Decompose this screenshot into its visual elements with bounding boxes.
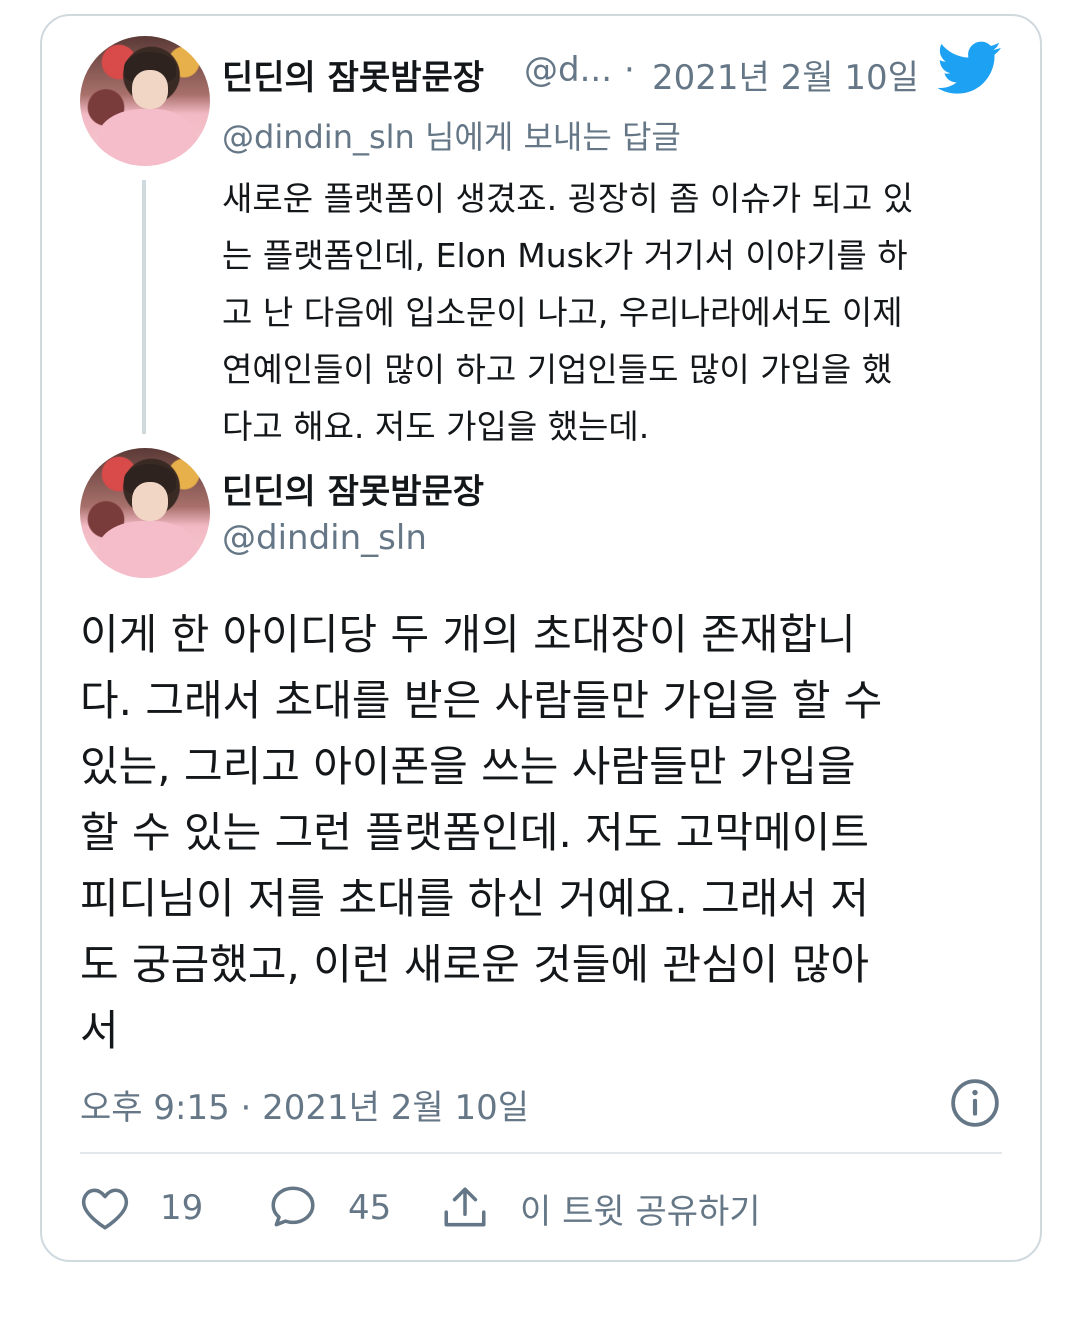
twitter-bird-icon — [938, 41, 1001, 94]
reply-count: 45 — [348, 1188, 392, 1228]
like-count: 19 — [160, 1188, 204, 1228]
main-text-line: 피디님이 저를 초대를 하신 거예요. 그래서 저 — [80, 874, 869, 923]
reply-to-handle[interactable]: @dindin_sln — [222, 118, 415, 156]
main-text-line: 이게 한 아이디당 두 개의 초대장이 존재합니 — [80, 610, 856, 659]
reply-handle[interactable]: @d... — [524, 50, 612, 90]
reply-to-suffix: 님에게 보내는 답글 — [414, 118, 681, 156]
main-text-line: 다. 그래서 초대를 받은 사람들만 가입을 할 수 — [80, 676, 883, 725]
main-text-line: 있는, 그리고 아이폰을 쓰는 사람들만 가입을 — [80, 742, 856, 791]
reply-text-line: 고 난 다음에 입소문이 나고, 우리나라에서도 이제 — [222, 293, 903, 332]
reply-date[interactable]: 2021년 2월 10일 — [652, 50, 919, 99]
reply-display-name[interactable]: 딘딘의 잠못밤문장 — [222, 50, 484, 99]
reply-text-line: 다고 해요. 저도 가입을 했는데. — [222, 407, 650, 446]
reply-button[interactable]: 45 — [268, 1180, 391, 1236]
comment-icon — [271, 1186, 315, 1227]
main-tweet-text: 이게 한 아이디당 두 개의 초대장이 존재합니 다. 그래서 초대를 받은 사… — [80, 602, 1000, 1064]
heart-icon — [81, 1188, 129, 1230]
share-button[interactable]: 이 트윗 공유하기 — [440, 1180, 761, 1236]
main-text-line: 도 궁금했고, 이런 새로운 것들에 관심이 많아 — [80, 940, 869, 989]
reply-text-line: 는 플랫폼인데, Elon Musk가 거기서 이야기를 하 — [222, 236, 908, 275]
avatar[interactable] — [80, 36, 210, 166]
info-icon[interactable] — [950, 1078, 1000, 1128]
reply-to-line: @dindin_sln 님에게 보내는 답글 — [222, 112, 681, 158]
share-icon — [444, 1187, 486, 1227]
tweet-timestamp[interactable]: 오후 9:15 · 2021년 2월 10일 — [80, 1080, 529, 1129]
divider — [80, 1152, 1002, 1154]
thread-connector-line — [142, 180, 146, 434]
share-label: 이 트윗 공유하기 — [520, 1191, 761, 1232]
reply-text-line: 연예인들이 많이 하고 기업인들도 많이 가입을 했 — [222, 350, 893, 389]
avatar[interactable] — [80, 448, 210, 578]
main-handle[interactable]: @dindin_sln — [222, 518, 427, 558]
main-text-line: 서 — [80, 1006, 119, 1055]
like-button[interactable]: 19 — [80, 1180, 203, 1236]
reply-tweet-text: 새로운 플랫폼이 생겼죠. 굉장히 좀 이슈가 되고 있 는 플랫폼인데, El… — [222, 170, 1012, 455]
reply-date-separator: · — [624, 50, 635, 90]
main-display-name[interactable]: 딘딘의 잠못밤문장 — [222, 464, 484, 513]
reply-text-line: 새로운 플랫폼이 생겼죠. 굉장히 좀 이슈가 되고 있 — [222, 179, 914, 218]
main-text-line: 할 수 있는 그런 플랫폼인데. 저도 고막메이트 — [80, 808, 869, 857]
